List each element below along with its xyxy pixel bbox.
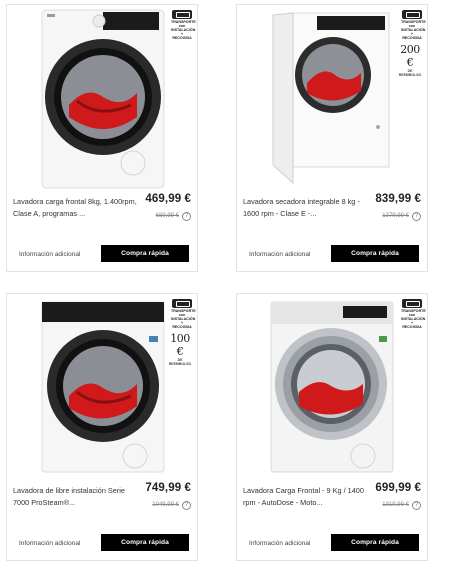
- washing-machine-icon: [41, 9, 165, 189]
- old-price-row: 1379,99 € ?: [382, 211, 421, 221]
- quick-buy-button[interactable]: Compra rápida: [101, 534, 189, 551]
- truck-icon: [172, 10, 192, 19]
- product-card[interactable]: TRANSPORTE con INSTALACIÓN + RECOGIDA 20…: [236, 4, 428, 272]
- product-image[interactable]: TRANSPORTE con INSTALACIÓN + RECOGIDA 10…: [7, 294, 197, 480]
- old-price-row: 1319,99 € ?: [382, 500, 421, 510]
- quick-buy-button[interactable]: Compra rápida: [331, 245, 419, 262]
- product-image[interactable]: TRANSPORTE con INSTALACIÓN + RECOGIDA: [237, 294, 427, 480]
- product-price: 699,99 €: [375, 482, 421, 494]
- shipping-badge: TRANSPORTE con INSTALACIÓN + RECOGIDA: [401, 10, 426, 40]
- product-card[interactable]: TRANSPORTE con INSTALACIÓN + RECOGIDA 10…: [6, 293, 198, 561]
- product-price: 839,99 €: [375, 193, 421, 205]
- more-info-link[interactable]: Información adicional: [249, 251, 310, 258]
- product-title[interactable]: Lavadora de libre instalación Serie 7000…: [13, 485, 137, 509]
- washing-machine-icon: [270, 301, 394, 473]
- product-title[interactable]: Lavadora carga frontal 8kg, 1.400rpm, Cl…: [13, 196, 137, 220]
- shipping-badge: TRANSPORTE con INSTALACIÓN + RECOGIDA: [171, 10, 196, 40]
- shipping-badge: TRANSPORTE con INSTALACIÓN + RECOGIDA: [401, 299, 426, 329]
- product-card[interactable]: TRANSPORTE con INSTALACIÓN + RECOGIDA La…: [236, 293, 428, 561]
- old-price: 1379,99 €: [382, 213, 409, 219]
- question-icon[interactable]: ?: [182, 211, 191, 221]
- product-image[interactable]: TRANSPORTE con INSTALACIÓN + RECOGIDA 20…: [237, 5, 427, 191]
- washer-dryer-icon: [272, 12, 390, 185]
- more-info-link[interactable]: Información adicional: [19, 251, 80, 258]
- product-price: 469,99 €: [145, 193, 191, 205]
- question-icon[interactable]: ?: [412, 500, 421, 510]
- old-price: 689,99 €: [155, 213, 179, 219]
- quick-buy-button[interactable]: Compra rápida: [331, 534, 419, 551]
- shipping-badge: TRANSPORTE con INSTALACIÓN + RECOGIDA: [171, 299, 196, 329]
- more-info-link[interactable]: Información adicional: [249, 540, 310, 547]
- cashback-badge: 100 € DE REEMBOLSO: [168, 332, 192, 366]
- question-icon[interactable]: ?: [182, 500, 191, 510]
- question-icon[interactable]: ?: [412, 211, 421, 221]
- truck-icon: [402, 10, 422, 19]
- quick-buy-button[interactable]: Compra rápida: [101, 245, 189, 262]
- product-image[interactable]: TRANSPORTE con INSTALACIÓN + RECOGIDA: [7, 5, 197, 191]
- cashback-badge: 200 € DE REEMBOLSO: [398, 43, 422, 77]
- old-price-row: 689,99 € ?: [156, 211, 191, 221]
- product-title[interactable]: Lavadora Carga Frontal - 9 Kg / 1400 rpm…: [243, 485, 367, 509]
- old-price: 1049,99 €: [152, 502, 179, 508]
- product-price: 749,99 €: [145, 482, 191, 494]
- old-price: 1319,99 €: [382, 502, 409, 508]
- product-title[interactable]: Lavadora secadora integrable 8 kg - 1600…: [243, 196, 367, 220]
- washing-machine-icon: [41, 301, 165, 473]
- old-price-row: 1049,99 € ?: [152, 500, 191, 510]
- truck-icon: [402, 299, 422, 308]
- product-card[interactable]: TRANSPORTE con INSTALACIÓN + RECOGIDA La…: [6, 4, 198, 272]
- truck-icon: [172, 299, 192, 308]
- more-info-link[interactable]: Información adicional: [19, 540, 80, 547]
